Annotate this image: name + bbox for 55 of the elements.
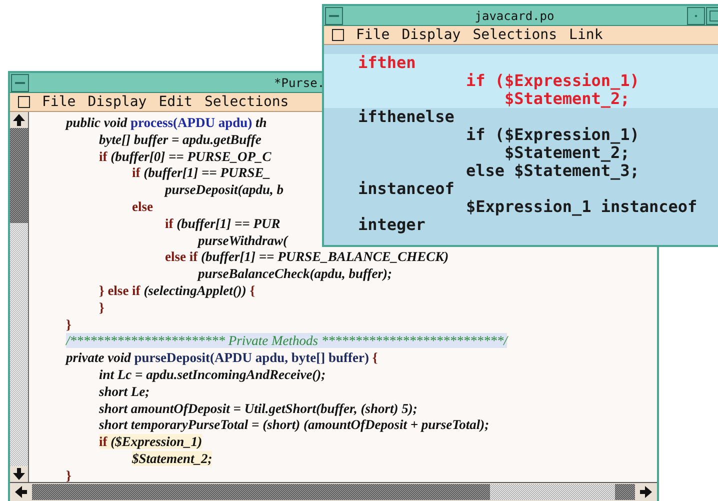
template-line: $Expression_1 instanceof	[466, 197, 698, 216]
horizontal-scrollbar[interactable]	[10, 482, 657, 501]
window-menu-icon[interactable]	[325, 6, 343, 24]
code-line: else	[132, 198, 153, 214]
up-arrow-icon[interactable]	[11, 113, 27, 127]
code-line: short Le;	[99, 384, 150, 399]
code-line: purseBalanceCheck(apdu, buffer);	[198, 266, 392, 282]
window-title: javacard.po	[474, 8, 556, 22]
code-line: }	[66, 468, 72, 483]
right-arrow-icon[interactable]	[638, 485, 654, 499]
template-line: else $Statement_3;	[466, 161, 640, 180]
code-line: else if (buffer[1] == PURSE_BALANCE_CHECK)	[165, 249, 449, 264]
menu-item[interactable]: File	[36, 93, 82, 111]
template-line: if ($Expression_1)	[466, 125, 640, 144]
code-line: byte[] buffer = apdu.getBuffe	[99, 132, 262, 147]
code-line: if (buffer[1] == PURSE_	[132, 165, 271, 180]
scrollbar-thumb[interactable]	[10, 128, 28, 223]
code-line: int Lc = apdu.setIncomingAndReceive();	[99, 366, 326, 382]
code-line: if (buffer[0] == PURSE_OP_C	[99, 148, 272, 164]
template-line: $Statement_2;	[504, 89, 630, 108]
left-arrow-icon[interactable]	[13, 485, 29, 499]
square-icon[interactable]	[332, 29, 344, 41]
menu-item[interactable]: Edit	[152, 93, 198, 111]
menu-item[interactable]: Selections	[198, 93, 295, 111]
code-line: short temporaryPurseTotal = (short) (amountOfDeposit + purseTotal);	[99, 417, 490, 432]
menu-item[interactable]: Display	[396, 26, 467, 44]
window-title: *Purse.	[274, 76, 325, 90]
menu-item[interactable]: File	[350, 26, 396, 44]
code-line: public void process(APDU apdu) th	[66, 115, 267, 130]
entry-name: integer	[358, 215, 426, 234]
template-entry[interactable]: ifthenelse if ($Expression_1) $Statement_2; else $Statement_3;	[324, 108, 718, 180]
entry-name: instanceof	[358, 179, 454, 198]
template-line: if ($Expression_1)	[466, 71, 640, 90]
window-menu-icon[interactable]	[11, 74, 29, 92]
code-line: private void purseDeposit(APDU apdu, byte[] buffer) {	[66, 350, 378, 366]
code-line: }	[66, 316, 72, 332]
scrollbar-thumb[interactable]	[490, 484, 615, 500]
code-line: purseWithdraw(	[198, 232, 288, 248]
template-entry[interactable]: ifthen if ($Expression_1) $Statement_2;	[324, 54, 718, 108]
template-entry[interactable]: integer	[324, 216, 718, 234]
entry-name: ifthen	[358, 53, 416, 72]
menu-item[interactable]: Selections	[466, 26, 564, 44]
minimize-icon[interactable]	[687, 6, 705, 24]
entry-name: ifthenelse	[358, 107, 454, 126]
code-line: } else if (selectingApplet()) {	[99, 282, 256, 298]
square-icon[interactable]	[18, 96, 30, 108]
template-line: $Statement_2;	[504, 143, 630, 162]
code-line: }	[99, 300, 104, 315]
vertical-scrollbar[interactable]	[10, 112, 29, 482]
menu-item[interactable]: Display	[82, 93, 153, 111]
code-line: if (buffer[1] == PUR	[165, 216, 280, 231]
code-line: purseDeposit(apdu, b	[165, 182, 284, 198]
code-line: short amountOfDeposit = Util.getShort(buffer, (short) 5);	[99, 400, 418, 416]
down-arrow-icon[interactable]	[11, 467, 27, 481]
menu-item[interactable]: Link	[563, 26, 609, 44]
